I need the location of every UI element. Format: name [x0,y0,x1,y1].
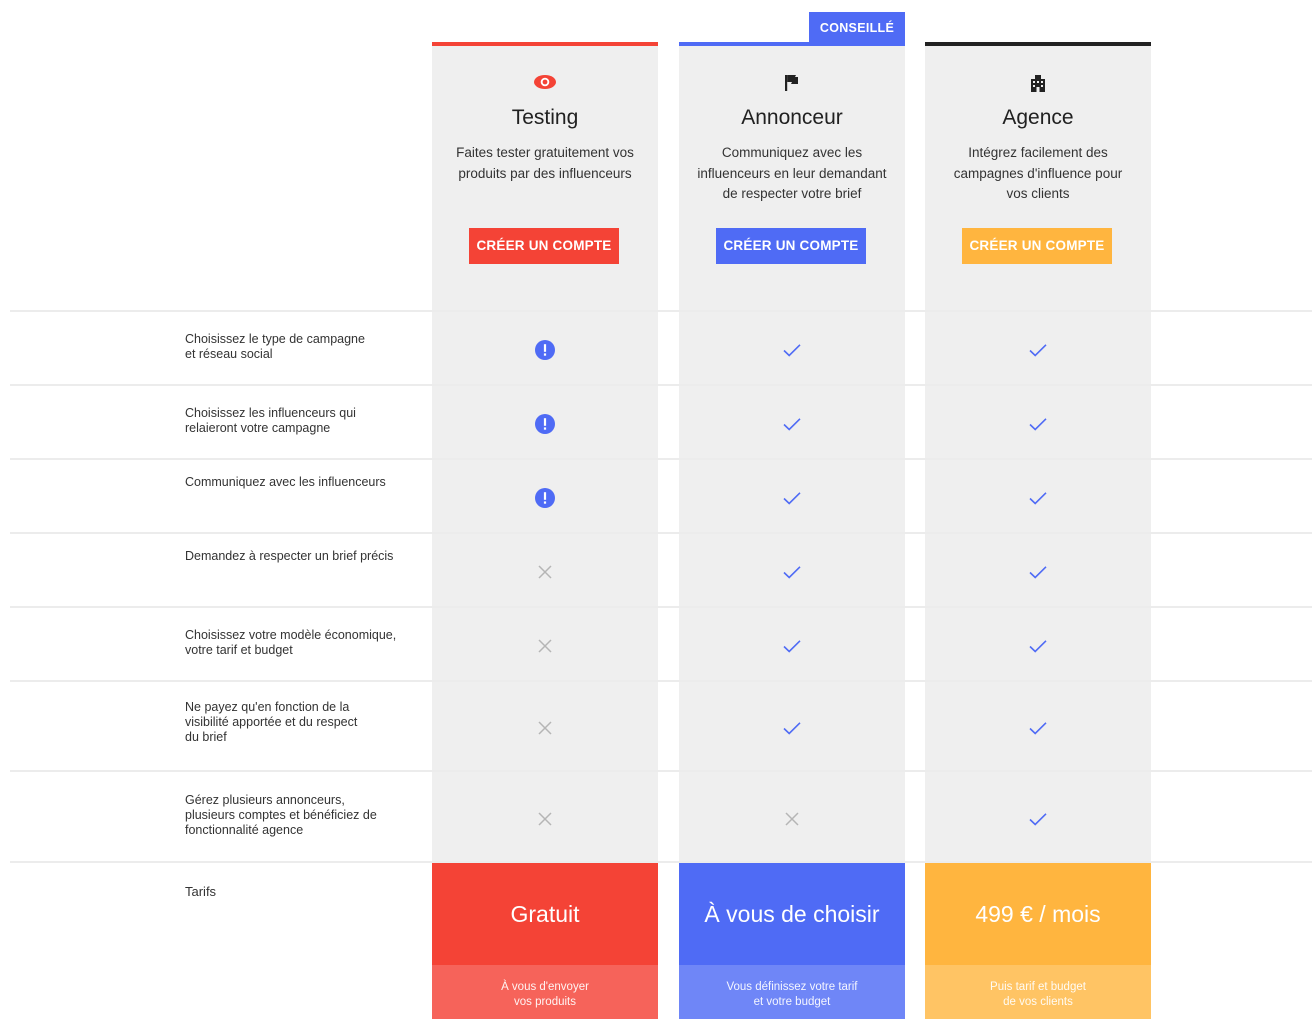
recommended-badge: CONSEILLÉ [809,12,905,45]
plan-description-line: Communiquez avec les [721,145,863,160]
plan-title: Annonceur [741,106,843,129]
check-icon [925,342,1151,358]
check-icon [925,416,1151,432]
feature-row: Choisissez les influenceurs qui relaieron… [0,386,1312,458]
check-icon [679,342,905,358]
check-icon [925,811,1151,827]
plan-description-line: influenceurs en leur demandant [697,165,887,181]
feature-label-line: votre tarif et budget [185,643,293,657]
flag-icon [679,72,905,96]
check-icon [925,490,1151,506]
feature-row: Choisissez le type de campagne et réseau … [0,312,1312,384]
plan-description-line: vos clients [1006,186,1070,201]
check-icon [679,564,905,580]
price-note-line: de vos clients [1003,995,1073,1008]
feature-row: Gérez plusieurs annonceurs, plusieurs com… [0,772,1312,861]
plan-description-line: Faites tester gratuitement vos [456,145,634,160]
feature-label-line: Gérez plusieurs annonceurs, [185,793,345,807]
price-note-line: À vous d'envoyer [501,981,589,993]
feature-row: Demandez à respecter un brief précis [0,534,1312,606]
feature-label-line: relaieront votre campagne [185,421,331,435]
feature-label-line: Communiquez avec les influenceurs [185,475,386,489]
feature-label-line: Choisissez votre modèle économique, [185,628,397,642]
price-note-testing: À vous d'envoyer vos produits [432,965,658,1019]
check-icon [925,720,1151,736]
tarifs-label: Tarifs [185,884,217,899]
price-note-line: Vous définissez votre tarif [726,981,858,993]
create-account-button-testing[interactable]: CRÉER UN COMPTE [469,228,619,264]
feature-label: Choisissez votre modèle économique, votre… [185,628,425,658]
check-icon [679,638,905,654]
info-icon [432,487,658,509]
feature-label-line: visibilité apportée et du respect [185,715,358,729]
plan-description-line: Intégrez facilement des [968,145,1108,160]
plan-description: Faites tester gratuitement vos produits … [442,143,648,184]
cross-icon [432,564,658,580]
check-icon [679,490,905,506]
price-annonceur: À vous de choisir [679,863,905,965]
plan-title: Agence [1002,106,1074,129]
price-note-line: et votre budget [753,995,831,1008]
feature-label: Ne payez qu'en fonction de la visibilité … [185,700,425,745]
price-testing: Gratuit [432,863,658,965]
cross-icon [679,811,905,827]
price-note-line: Puis tarif et budget [990,981,1086,993]
cross-icon [432,811,658,827]
check-icon [925,564,1151,580]
eye-icon [432,72,658,96]
info-icon [432,339,658,361]
building-icon [925,72,1151,96]
feature-label-line: Choisissez le type de campagne [185,332,365,346]
check-icon [679,416,905,432]
plan-description: Communiquez avec les influenceurs en leu… [689,143,895,205]
feature-row: Ne payez qu'en fonction de la visibilité … [0,682,1312,770]
info-icon [432,413,658,435]
price-note-line: vos produits [513,995,576,1008]
feature-label: Demandez à respecter un brief précis [185,549,425,564]
check-icon [679,720,905,736]
feature-label: Gérez plusieurs annonceurs, plusieurs com… [185,793,425,838]
plan-description-line: campagnes d'influence pour [953,165,1123,181]
feature-label-line: Demandez à respecter un brief précis [185,549,394,563]
cross-icon [432,638,658,654]
feature-label-line: du brief [185,730,227,744]
create-account-button-agence[interactable]: CRÉER UN COMPTE [962,228,1112,264]
plan-description: Intégrez facilement des campagnes d'infl… [935,143,1141,205]
check-icon [925,638,1151,654]
feature-label-line: Choisissez les influenceurs qui [185,406,356,420]
feature-label-line: fonctionnalité agence [185,823,304,837]
feature-label-line: Ne payez qu'en fonction de la [185,700,350,714]
feature-label: Choisissez les influenceurs qui relaieron… [185,406,425,436]
price-note-agence: Puis tarif et budget de vos clients [925,965,1151,1019]
plan-top-bar [925,42,1151,46]
feature-label: Communiquez avec les influenceurs [185,475,425,490]
feature-label: Choisissez le type de campagne et réseau … [185,332,425,362]
price-agence: 499 € / mois [925,863,1151,965]
plan-description-line: de respecter votre brief [722,186,862,201]
feature-label-line: et réseau social [185,347,273,361]
cross-icon [432,720,658,736]
create-account-button-annonceur[interactable]: CRÉER UN COMPTE [716,228,866,264]
plan-top-bar [432,42,658,46]
feature-row: Choisissez votre modèle économique, votre… [0,608,1312,680]
plan-description-line: produits par des influenceurs [458,165,632,181]
feature-label-line: plusieurs comptes et bénéficiez de [185,808,377,822]
feature-row: Communiquez avec les influenceurs [0,460,1312,532]
plan-title: Testing [511,106,579,129]
price-note-annonceur: Vous définissez votre tarif et votre bud… [679,965,905,1019]
